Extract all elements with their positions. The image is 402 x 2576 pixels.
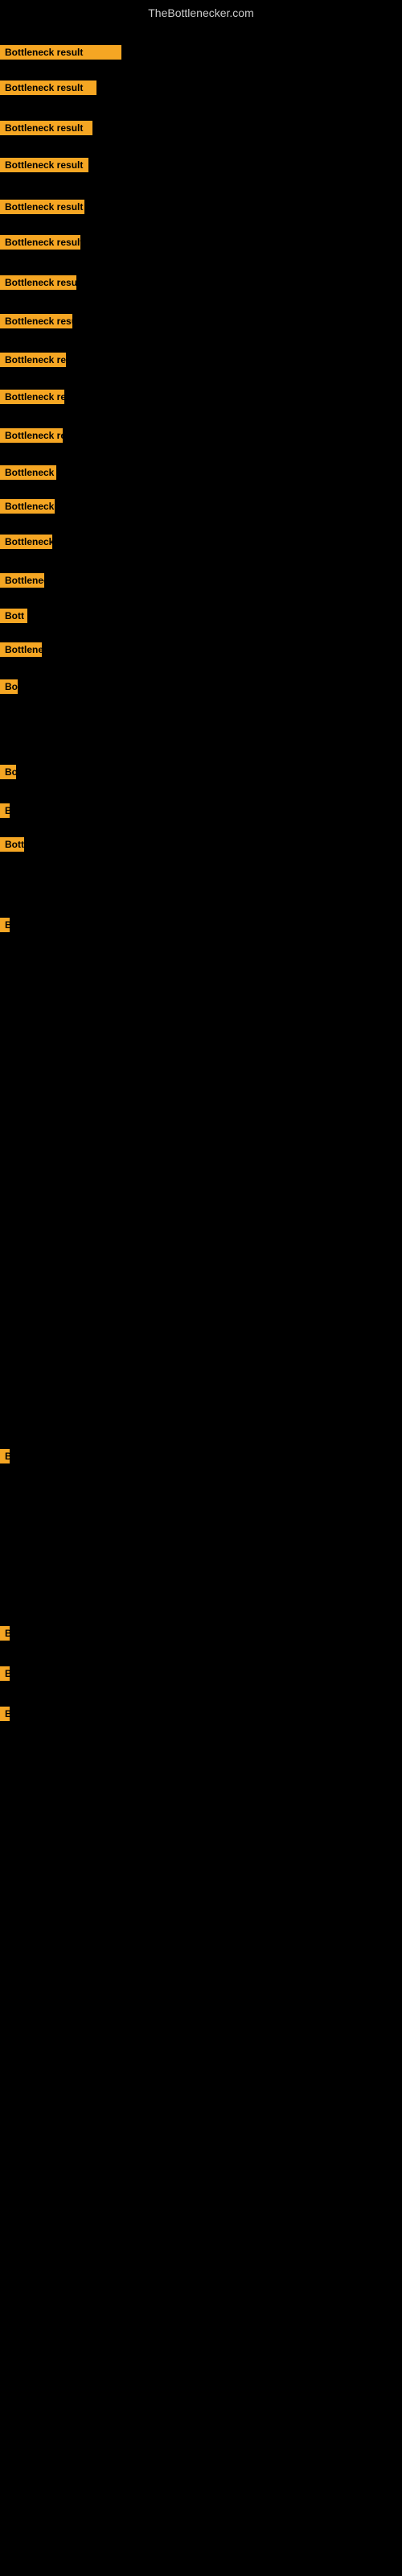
site-title: TheBottlenecker.com xyxy=(0,0,402,23)
bottleneck-bar-13: Bottleneck re xyxy=(0,499,55,514)
bottleneck-bar-10: Bottleneck resu xyxy=(0,390,64,404)
bottleneck-bar-label-17: Bottlene xyxy=(5,644,42,655)
bottleneck-bar-18: Bo xyxy=(0,679,18,694)
bottleneck-bar-11: Bottleneck resu xyxy=(0,428,63,443)
bottleneck-bar-label-23: B xyxy=(5,1451,10,1462)
bottleneck-bar-14: Bottleneck re xyxy=(0,535,52,549)
bottleneck-bar-23: B xyxy=(0,1449,10,1463)
bottleneck-bar-label-6: Bottleneck result xyxy=(5,237,80,248)
bottleneck-bar-label-14: Bottleneck re xyxy=(5,536,52,547)
bottleneck-bar-label-4: Bottleneck result xyxy=(5,159,83,171)
bottleneck-bar-20: B xyxy=(0,803,10,818)
bottleneck-bar-12: Bottleneck re xyxy=(0,465,56,480)
bottleneck-bar-8: Bottleneck result xyxy=(0,314,72,328)
bottleneck-bar-16: Bott xyxy=(0,609,27,623)
bottleneck-bar-label-16: Bott xyxy=(5,610,24,621)
bottleneck-bar-label-8: Bottleneck result xyxy=(5,316,72,327)
bottleneck-bar-label-5: Bottleneck result xyxy=(5,201,83,213)
bottleneck-bar-label-12: Bottleneck re xyxy=(5,467,56,478)
bottleneck-bar-label-9: Bottleneck resu xyxy=(5,354,66,365)
bottleneck-bar-label-19: Bo xyxy=(5,766,16,778)
bottleneck-bar-label-25: B xyxy=(5,1668,10,1679)
bottleneck-bar-22: B xyxy=(0,918,10,932)
bottleneck-bar-25: B xyxy=(0,1666,10,1681)
bottleneck-bar-label-18: Bo xyxy=(5,681,18,692)
bottleneck-bar-5: Bottleneck result xyxy=(0,200,84,214)
bottleneck-bar-17: Bottlene xyxy=(0,642,42,657)
bottleneck-bar-3: Bottleneck result xyxy=(0,121,92,135)
bottleneck-bar-label-2: Bottleneck result xyxy=(5,82,83,93)
bottleneck-bar-4: Bottleneck result xyxy=(0,158,88,172)
bottleneck-bar-1: Bottleneck result xyxy=(0,45,121,60)
bottleneck-bar-24: B xyxy=(0,1626,10,1641)
bottleneck-bar-label-11: Bottleneck resu xyxy=(5,430,63,441)
bottleneck-bar-label-3: Bottleneck result xyxy=(5,122,83,134)
bottleneck-bar-label-7: Bottleneck result xyxy=(5,277,76,288)
bottleneck-bar-26: B xyxy=(0,1707,10,1721)
bottleneck-bar-19: Bo xyxy=(0,765,16,779)
bottleneck-bar-label-20: B xyxy=(5,805,10,816)
bottleneck-bar-label-22: B xyxy=(5,919,10,931)
bottleneck-bar-label-13: Bottleneck re xyxy=(5,501,55,512)
bottleneck-bar-6: Bottleneck result xyxy=(0,235,80,250)
bottleneck-bar-label-10: Bottleneck resu xyxy=(5,391,64,402)
bottleneck-bar-label-15: Bottlenec xyxy=(5,575,44,586)
bottleneck-bar-label-1: Bottleneck result xyxy=(5,47,83,58)
bottleneck-bar-label-24: B xyxy=(5,1628,10,1639)
bottleneck-bar-9: Bottleneck resu xyxy=(0,353,66,367)
bottleneck-bar-label-21: Bott xyxy=(5,839,24,850)
bottleneck-bar-21: Bott xyxy=(0,837,24,852)
bottleneck-bar-15: Bottlenec xyxy=(0,573,44,588)
bottleneck-bar-7: Bottleneck result xyxy=(0,275,76,290)
bottleneck-bar-label-26: B xyxy=(5,1708,10,1719)
bottleneck-bar-2: Bottleneck result xyxy=(0,80,96,95)
